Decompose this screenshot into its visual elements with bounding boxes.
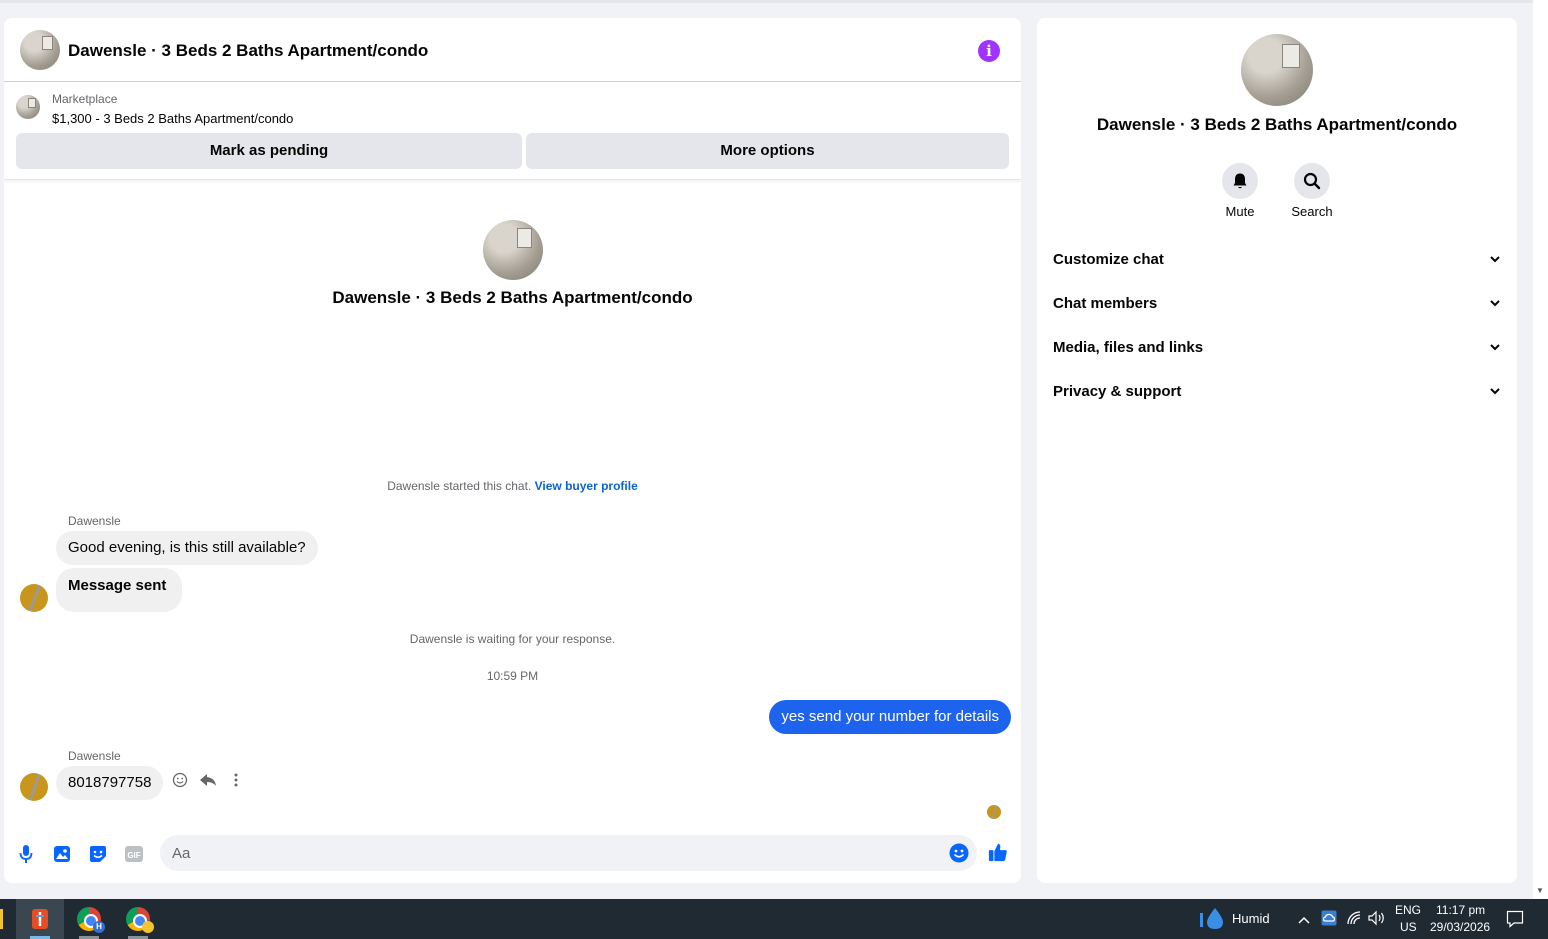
more-options-button[interactable]: More options (526, 133, 1009, 169)
sender-name: Dawensle (68, 749, 121, 763)
clock-date[interactable]: 29/03/2026 (1430, 920, 1490, 934)
chevron-down-icon (1490, 388, 1500, 395)
message-input[interactable] (172, 835, 932, 871)
chat-members-row[interactable]: Chat members (1053, 283, 1501, 323)
listing-source: Marketplace (52, 92, 118, 106)
chevron-down-icon (1490, 344, 1500, 351)
app-icon (32, 909, 48, 929)
page-scrollbar[interactable]: ▼ (1533, 0, 1548, 899)
taskbar-chrome-profile-h[interactable]: H (65, 899, 113, 939)
listing-thumbnail[interactable] (16, 95, 40, 119)
profile-badge: H (93, 921, 105, 933)
section-label: Customize chat (1053, 250, 1164, 268)
conversation-avatar[interactable] (20, 30, 60, 70)
section-label: Chat members (1053, 294, 1158, 312)
notifications-icon[interactable] (1506, 910, 1524, 933)
customize-chat-row[interactable]: Customize chat (1053, 239, 1501, 279)
intro-title: Dawensle · 3 Beds 2 Baths Apartment/cond… (332, 288, 693, 307)
view-buyer-profile-link[interactable]: View buyer profile (535, 479, 638, 493)
section-label: Media, files and links (1053, 338, 1204, 356)
show-hidden-icons-chevron-icon[interactable] (1297, 912, 1311, 930)
clock-time[interactable]: 11:17 pm (1436, 903, 1485, 917)
weather-label[interactable]: Humid (1232, 911, 1270, 926)
chat-started-notice: Dawensle started this chat. View buyer p… (4, 479, 1021, 493)
composer-bar: GIF (4, 828, 1021, 883)
message-actions (171, 771, 245, 789)
svg-text:GIF: GIF (127, 851, 140, 860)
conversation-title[interactable]: Dawensle · 3 Beds 2 Baths Apartment/cond… (68, 41, 428, 61)
chat-header: Dawensle · 3 Beds 2 Baths Apartment/cond… (4, 18, 1021, 82)
message-bubble[interactable]: Good evening, is this still available? (56, 531, 318, 565)
search-label: Search (1291, 204, 1333, 219)
windows-taskbar: H Humid ENG US 11:17 pm 29/03/2026 (0, 899, 1548, 939)
info-icon[interactable]: i (978, 40, 1000, 62)
weather-widget[interactable] (1198, 907, 1226, 936)
section-label: Privacy & support (1053, 382, 1182, 400)
wifi-icon[interactable] (1346, 910, 1362, 931)
chevron-down-icon (1490, 256, 1500, 263)
photo-icon[interactable] (52, 844, 72, 864)
listing-price-title[interactable]: $1,300 - 3 Beds 2 Baths Apartment/condo (52, 111, 293, 126)
gif-icon[interactable]: GIF (124, 844, 144, 864)
microphone-icon[interactable] (16, 844, 36, 864)
outgoing-message-bubble[interactable]: yes send your number for details (769, 700, 1011, 734)
input-region[interactable]: US (1400, 920, 1417, 934)
message-bubble[interactable]: Message sent (56, 568, 183, 612)
profile-badge-dot (142, 921, 154, 933)
search-button[interactable] (1294, 163, 1330, 199)
water-drop-icon (1200, 908, 1223, 929)
details-avatar[interactable] (1241, 34, 1313, 106)
react-icon[interactable] (171, 771, 189, 789)
chat-panel: Dawensle · 3 Beds 2 Baths Apartment/cond… (4, 18, 1021, 883)
privacy-support-row[interactable]: Privacy & support (1053, 371, 1501, 411)
media-files-links-row[interactable]: Media, files and links (1053, 327, 1501, 367)
sender-avatar[interactable] (20, 584, 48, 612)
message-bubble[interactable]: 8018797758 (56, 766, 164, 800)
sender-avatar[interactable] (20, 773, 48, 801)
waiting-notice: Dawensle is waiting for your response. (409, 632, 616, 646)
bell-icon (1233, 173, 1247, 189)
conversation-details-panel: Dawensle · 3 Beds 2 Baths Apartment/cond… (1037, 18, 1517, 883)
message-timestamp: 10:59 PM (486, 669, 539, 683)
details-title: Dawensle · 3 Beds 2 Baths Apartment/cond… (1096, 115, 1458, 134)
taskbar-app-pinned[interactable] (16, 899, 64, 939)
cloud-sync-icon[interactable] (1321, 910, 1337, 931)
sender-name: Dawensle (68, 514, 121, 528)
top-border (0, 0, 1533, 3)
mute-label: Mute (1225, 204, 1255, 219)
intro-avatar (483, 220, 543, 280)
taskbar-edge (0, 909, 3, 929)
volume-icon[interactable] (1368, 910, 1386, 931)
scroll-down-arrow-icon[interactable]: ▼ (1536, 886, 1544, 895)
message-input-wrapper (160, 835, 977, 871)
search-icon (1303, 172, 1321, 190)
chat-started-text: Dawensle started this chat. (387, 479, 532, 493)
reply-icon[interactable] (199, 771, 217, 789)
taskbar-chrome[interactable] (114, 899, 162, 939)
input-language[interactable]: ENG (1395, 903, 1421, 917)
like-thumbs-up-icon[interactable] (988, 842, 1008, 862)
mark-as-pending-button[interactable]: Mark as pending (16, 133, 522, 169)
chevron-down-icon (1490, 300, 1500, 307)
listing-banner: Marketplace $1,300 - 3 Beds 2 Baths Apar… (4, 83, 1021, 180)
sticker-icon[interactable] (88, 844, 108, 864)
more-vertical-icon[interactable] (227, 771, 245, 789)
emoji-icon[interactable] (949, 843, 969, 863)
read-receipt-avatar (987, 805, 1001, 819)
mute-button[interactable] (1222, 163, 1258, 199)
